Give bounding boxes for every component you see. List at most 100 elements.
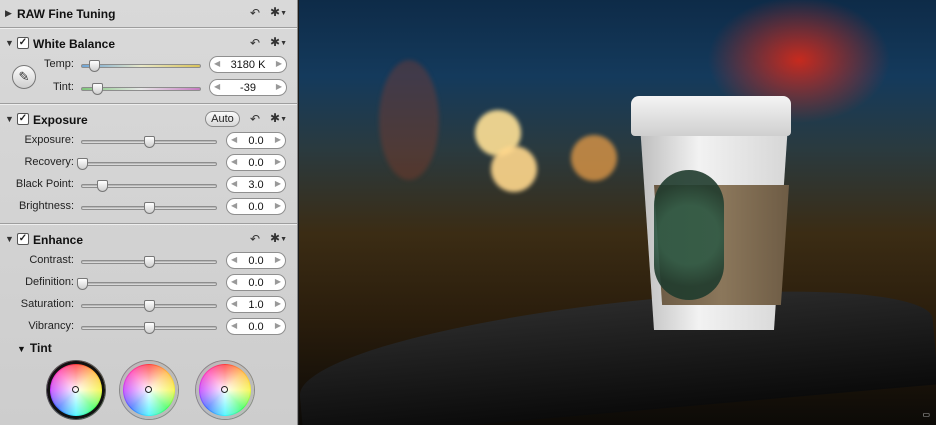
temp-value-stepper[interactable]: ◀ 3180 K ▶ bbox=[209, 56, 287, 73]
definition-slider-thumb[interactable] bbox=[77, 278, 88, 290]
exposure-value-stepper[interactable]: ◀ 0.0 ▶ bbox=[226, 132, 286, 149]
saturation-label: Saturation: bbox=[20, 298, 74, 310]
shadows-tint-wheel[interactable] bbox=[47, 361, 105, 419]
white-balance-checkbox[interactable]: ✓ bbox=[17, 37, 29, 49]
recovery-slider[interactable] bbox=[77, 158, 217, 170]
photo-viewer[interactable]: ▭ bbox=[299, 0, 936, 425]
undo-icon[interactable]: ↶ bbox=[250, 232, 260, 246]
increment-arrow-icon[interactable]: ▶ bbox=[275, 135, 281, 144]
divider bbox=[0, 223, 297, 224]
white-balance-title: White Balance bbox=[33, 37, 116, 51]
vibrancy-row: Vibrancy: ◀ 0.0 ▶ bbox=[0, 317, 297, 337]
car-roof bbox=[299, 274, 936, 425]
saturation-slider-thumb[interactable] bbox=[144, 300, 155, 312]
cup-logo bbox=[654, 170, 724, 300]
increment-arrow-icon[interactable]: ▶ bbox=[275, 255, 281, 264]
tint-subsection-header[interactable]: ▼ Tint bbox=[17, 341, 52, 355]
gear-icon[interactable]: ✱▼ bbox=[270, 35, 287, 49]
color-wheel-handle[interactable] bbox=[72, 386, 79, 393]
disclosure-open-icon[interactable]: ▼ bbox=[17, 344, 26, 354]
enhance-checkbox[interactable]: ✓ bbox=[17, 233, 29, 245]
undo-icon[interactable]: ↶ bbox=[250, 36, 260, 50]
bokeh-light bbox=[379, 60, 439, 180]
exposure-checkbox[interactable]: ✓ bbox=[17, 113, 29, 125]
color-wheel-handle[interactable] bbox=[145, 386, 152, 393]
vibrancy-slider[interactable] bbox=[81, 322, 217, 334]
brightness-value-stepper[interactable]: ◀ 0.0 ▶ bbox=[226, 198, 286, 215]
increment-arrow-icon[interactable]: ▶ bbox=[275, 277, 281, 286]
temp-slider[interactable] bbox=[81, 60, 201, 72]
increment-arrow-icon[interactable]: ▶ bbox=[276, 59, 282, 68]
tint-value-stepper[interactable]: ◀ -39 ▶ bbox=[209, 79, 287, 96]
disclosure-open-icon[interactable]: ▼ bbox=[5, 234, 14, 244]
increment-arrow-icon[interactable]: ▶ bbox=[275, 157, 281, 166]
bokeh-light bbox=[571, 135, 617, 181]
undo-icon[interactable]: ↶ bbox=[250, 6, 260, 20]
temp-slider-thumb[interactable] bbox=[88, 60, 100, 72]
black-point-row: Black Point: ◀ 3.0 ▶ bbox=[0, 175, 297, 195]
brightness-slider-thumb[interactable] bbox=[144, 202, 155, 214]
disclosure-open-icon[interactable]: ▼ bbox=[5, 114, 14, 124]
vibrancy-label: Vibrancy: bbox=[28, 320, 74, 332]
increment-arrow-icon[interactable]: ▶ bbox=[275, 201, 281, 210]
brightness-label: Brightness: bbox=[18, 200, 74, 212]
saturation-value-stepper[interactable]: ◀ 1.0 ▶ bbox=[226, 296, 286, 313]
raw-fine-tuning-header[interactable]: ▶ RAW Fine Tuning ↶ ✱▼ bbox=[0, 3, 297, 25]
black-point-slider-thumb[interactable] bbox=[97, 180, 109, 192]
disclosure-closed-icon[interactable]: ▶ bbox=[5, 8, 12, 19]
divider bbox=[0, 103, 297, 104]
recovery-slider-thumb[interactable] bbox=[77, 158, 88, 170]
exposure-slider[interactable] bbox=[81, 136, 217, 148]
temp-row: Temp: ◀ 3180 K ▶ bbox=[0, 55, 297, 75]
black-point-value-stepper[interactable]: ◀ 3.0 ▶ bbox=[226, 176, 286, 193]
temp-label: Temp: bbox=[44, 58, 74, 70]
black-point-label: Black Point: bbox=[15, 178, 74, 190]
increment-arrow-icon[interactable]: ▶ bbox=[275, 299, 281, 308]
saturation-row: Saturation: ◀ 1.0 ▶ bbox=[0, 295, 297, 315]
vibrancy-slider-thumb[interactable] bbox=[144, 322, 155, 334]
cup-lid bbox=[631, 96, 791, 136]
recovery-row: Recovery: ◀ 0.0 ▶ bbox=[0, 153, 297, 173]
tint-label: Tint: bbox=[53, 81, 74, 93]
color-wheel-handle[interactable] bbox=[221, 386, 228, 393]
increment-arrow-icon[interactable]: ▶ bbox=[275, 321, 281, 330]
definition-value-stepper[interactable]: ◀ 0.0 ▶ bbox=[226, 274, 286, 291]
highlights-tint-wheel[interactable] bbox=[196, 361, 254, 419]
auto-exposure-button[interactable]: Auto bbox=[205, 111, 240, 127]
contrast-slider-thumb[interactable] bbox=[144, 256, 155, 268]
raw-fine-tuning-title: RAW Fine Tuning bbox=[17, 7, 116, 21]
disclosure-open-icon[interactable]: ▼ bbox=[5, 38, 14, 48]
tint-row: Tint: ◀ -39 ▶ bbox=[0, 78, 297, 98]
black-point-slider[interactable] bbox=[81, 180, 217, 192]
contrast-value-stepper[interactable]: ◀ 0.0 ▶ bbox=[226, 252, 286, 269]
exposure-header[interactable]: ▼ ✓ Exposure Auto ↶ ✱▼ bbox=[0, 109, 297, 131]
recovery-value-stepper[interactable]: ◀ 0.0 ▶ bbox=[226, 154, 286, 171]
tint-slider-thumb[interactable] bbox=[92, 83, 104, 95]
exposure-label: Exposure: bbox=[24, 134, 74, 146]
viewer-mode-icon[interactable]: ▭ bbox=[922, 410, 930, 419]
exposure-slider-thumb[interactable] bbox=[144, 136, 155, 148]
white-balance-header[interactable]: ▼ ✓ White Balance ↶ ✱▼ bbox=[0, 33, 297, 55]
tint-value[interactable]: -39 bbox=[210, 82, 286, 94]
recovery-label: Recovery: bbox=[24, 156, 74, 168]
midtones-tint-wheel[interactable] bbox=[120, 361, 178, 419]
contrast-slider[interactable] bbox=[81, 256, 217, 268]
gear-icon[interactable]: ✱▼ bbox=[270, 5, 287, 19]
saturation-slider[interactable] bbox=[81, 300, 217, 312]
brightness-slider[interactable] bbox=[81, 202, 217, 214]
divider bbox=[0, 27, 297, 28]
enhance-title: Enhance bbox=[33, 233, 84, 247]
temp-value[interactable]: 3180 K bbox=[210, 59, 286, 71]
gear-icon[interactable]: ✱▼ bbox=[270, 111, 287, 125]
tint-slider[interactable] bbox=[81, 83, 201, 95]
bokeh-light bbox=[491, 146, 537, 192]
undo-icon[interactable]: ↶ bbox=[250, 112, 260, 126]
increment-arrow-icon[interactable]: ▶ bbox=[275, 179, 281, 188]
adjustments-panel: ▶ RAW Fine Tuning ↶ ✱▼ ▼ ✓ White Balance… bbox=[0, 0, 298, 425]
enhance-header[interactable]: ▼ ✓ Enhance ↶ ✱▼ bbox=[0, 229, 297, 251]
increment-arrow-icon[interactable]: ▶ bbox=[276, 82, 282, 91]
exposure-row: Exposure: ◀ 0.0 ▶ bbox=[0, 131, 297, 151]
definition-slider[interactable] bbox=[77, 278, 217, 290]
vibrancy-value-stepper[interactable]: ◀ 0.0 ▶ bbox=[226, 318, 286, 335]
gear-icon[interactable]: ✱▼ bbox=[270, 231, 287, 245]
